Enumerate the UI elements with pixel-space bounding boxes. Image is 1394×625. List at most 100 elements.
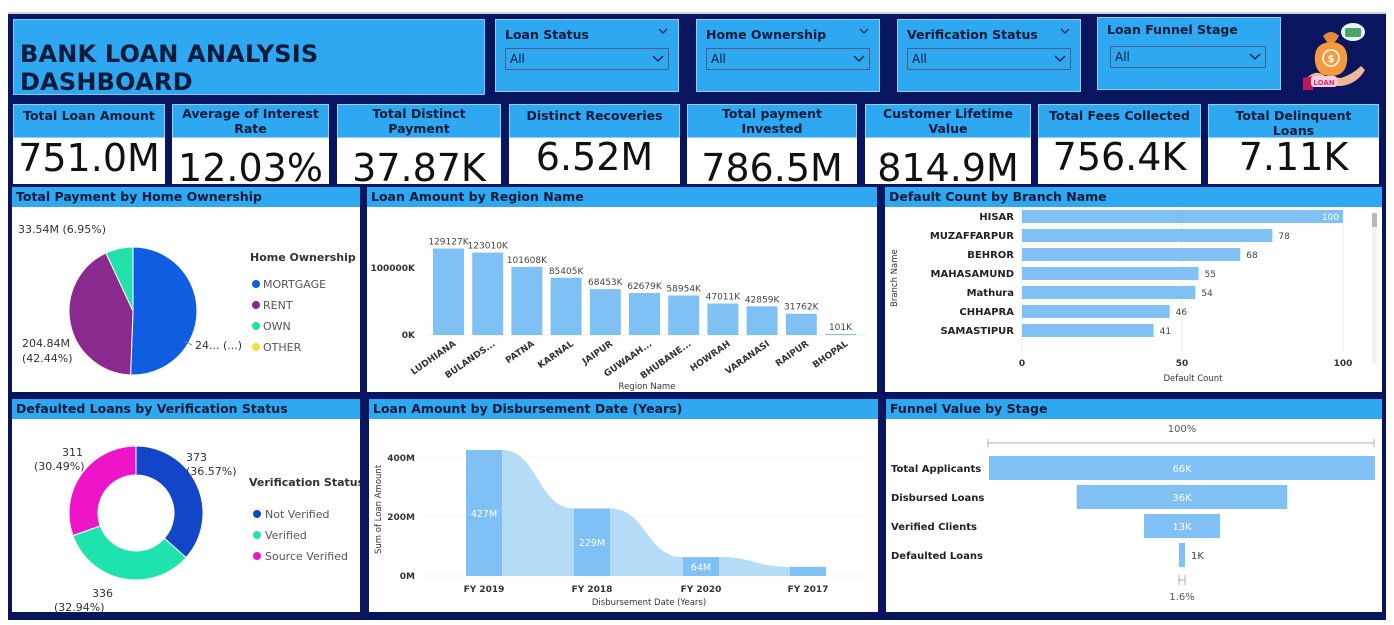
bar[interactable]: [433, 248, 464, 335]
y-tick: 200M: [387, 513, 415, 523]
scrollbar-track[interactable]: [1372, 213, 1377, 363]
bar[interactable]: [472, 252, 504, 335]
y-tick: 0M: [400, 572, 415, 582]
data-label: 85405K: [549, 267, 585, 277]
kpi-total-payment-invested: Total payment Invested 786.5M: [687, 104, 857, 184]
kpi-customer-lifetime-value: Customer Lifetime Value 814.9M: [865, 104, 1031, 184]
legend-item[interactable]: Source Verified: [265, 550, 348, 563]
legend-item[interactable]: MORTGAGE: [263, 278, 326, 291]
chevron-down-icon[interactable]: [859, 26, 869, 36]
pie-label-rent-pct: (42.44%): [22, 352, 73, 365]
bar[interactable]: [746, 306, 778, 335]
slicer-loan-funnel-stage[interactable]: Loan Funnel Stage All: [1097, 17, 1281, 90]
slicer-home-ownership[interactable]: Home Ownership All: [696, 19, 880, 92]
bar[interactable]: [1022, 210, 1343, 223]
scrollbar-thumb[interactable]: [1372, 213, 1377, 227]
bar[interactable]: [1022, 267, 1199, 280]
slicer-value: All: [912, 52, 927, 66]
y-tick: 0K: [402, 331, 416, 341]
bar[interactable]: [825, 334, 856, 335]
bar[interactable]: [668, 295, 700, 335]
data-label: 42859K: [745, 295, 781, 305]
x-tick: PATNA: [504, 339, 537, 366]
donut-label-source-verified-value: 311: [62, 446, 83, 459]
kpi-total-delinquent-loans: Total Delinquent Loans 7.11K: [1208, 104, 1379, 184]
y-tick: HISAR: [979, 212, 1014, 223]
disbursement-ribbon-chart: Sum of Loan Amount 400M 200M 0M 427M FY 2…: [374, 450, 869, 608]
bar[interactable]: [550, 277, 582, 335]
legend-marker: [252, 322, 260, 330]
kpi-label: Average of Interest Rate: [172, 104, 329, 138]
bar[interactable]: [629, 293, 660, 335]
legend-item[interactable]: Verified: [265, 529, 307, 542]
data-label: 68453K: [588, 278, 624, 288]
bar[interactable]: [589, 289, 621, 335]
slicer-dropdown[interactable]: All: [907, 48, 1071, 70]
bar[interactable]: [1022, 286, 1196, 299]
panel-title: Default Count by Branch Name: [885, 187, 1382, 207]
x-tick: FY 2020: [681, 585, 722, 595]
panel-title: Funnel Value by Stage: [886, 399, 1382, 419]
legend-item[interactable]: OWN: [263, 320, 291, 333]
funnel-bar[interactable]: [1179, 543, 1185, 567]
y-tick: MAHASAMUND: [931, 269, 1014, 280]
x-tick: VARANASI: [724, 339, 772, 377]
slicer-label: Loan Status: [505, 27, 589, 42]
y-tick: BEHROR: [967, 250, 1014, 261]
bar[interactable]: [1022, 305, 1170, 318]
data-label: 68: [1246, 251, 1258, 261]
funnel-stage-label: Total Applicants: [891, 464, 981, 475]
bar[interactable]: [790, 566, 826, 576]
kpi-total-loan-amount: Total Loan Amount 751.0M: [13, 104, 165, 184]
bar[interactable]: [707, 303, 739, 335]
legend-item[interactable]: RENT: [263, 299, 293, 312]
y-tick: Mathura: [967, 288, 1014, 299]
bar[interactable]: [1022, 229, 1273, 242]
chevron-down-icon[interactable]: [658, 26, 668, 36]
panel-title: Loan Amount by Disbursement Date (Years): [369, 399, 878, 419]
data-label: 64M: [691, 563, 711, 574]
panel-home-ownership: Total Payment by Home Ownership 33.54M (…: [12, 187, 360, 392]
data-label: 101608K: [507, 256, 548, 266]
bar[interactable]: [1022, 324, 1154, 337]
pie-label-rent-value: 204.84M: [22, 337, 70, 350]
y-tick: 400M: [387, 454, 415, 464]
x-axis-title: Region Name: [619, 382, 676, 392]
donut-label-not-verified-value: 373: [186, 451, 207, 464]
panel-disbursement: Loan Amount by Disbursement Date (Years)…: [369, 399, 878, 612]
kpi-value: 12.03%: [178, 148, 323, 184]
chevron-down-icon: [652, 55, 664, 62]
kpi-distinct-recoveries: Distinct Recoveries 6.52M: [509, 104, 680, 184]
data-label: 1K: [1191, 551, 1204, 562]
chevron-down-icon[interactable]: [1060, 26, 1070, 36]
x-tick: FY 2018: [572, 585, 613, 595]
slicer-loan-status[interactable]: Loan Status All: [495, 19, 679, 92]
legend-item[interactable]: OTHER: [263, 341, 302, 354]
slicer-dropdown[interactable]: All: [706, 48, 870, 70]
bar[interactable]: [785, 313, 817, 335]
legend-item[interactable]: Not Verified: [265, 508, 329, 521]
chevron-down-icon: [1054, 55, 1066, 62]
funnel-stage-label: Defaulted Loans: [891, 551, 983, 562]
x-tick: 0: [1019, 359, 1025, 369]
y-tick: CHHAPRA: [959, 307, 1014, 318]
x-tick: JAIPUR: [580, 339, 615, 368]
kpi-value: 814.9M: [877, 148, 1019, 184]
data-label: 129127K: [428, 237, 469, 247]
funnel-stage-label: Verified Clients: [891, 522, 977, 533]
slicer-dropdown[interactable]: All: [505, 48, 669, 70]
slicer-dropdown[interactable]: All: [1110, 46, 1266, 68]
x-axis-title: Disbursement Date (Years): [592, 598, 706, 608]
data-label: 62679K: [627, 282, 663, 292]
region-bar-chart: 100000K 0K 129127KLUDHIANA123010KBULANDS…: [370, 237, 867, 392]
pie-slice-mortgage[interactable]: [130, 246, 198, 376]
slicer-verification-status[interactable]: Verification Status All: [897, 19, 1081, 92]
x-axis-title: Default Count: [1163, 374, 1223, 384]
verification-donut-chart: 373 (36.57%) 336 (32.94%) 311 (30.49%) V…: [34, 445, 360, 612]
data-label: 55: [1205, 270, 1216, 280]
panel-title: Defaulted Loans by Verification Status: [12, 399, 360, 419]
bar[interactable]: [1022, 248, 1241, 261]
data-label: 36K: [1172, 493, 1192, 504]
bar[interactable]: [511, 266, 543, 335]
kpi-value: 756.4K: [1052, 137, 1187, 179]
